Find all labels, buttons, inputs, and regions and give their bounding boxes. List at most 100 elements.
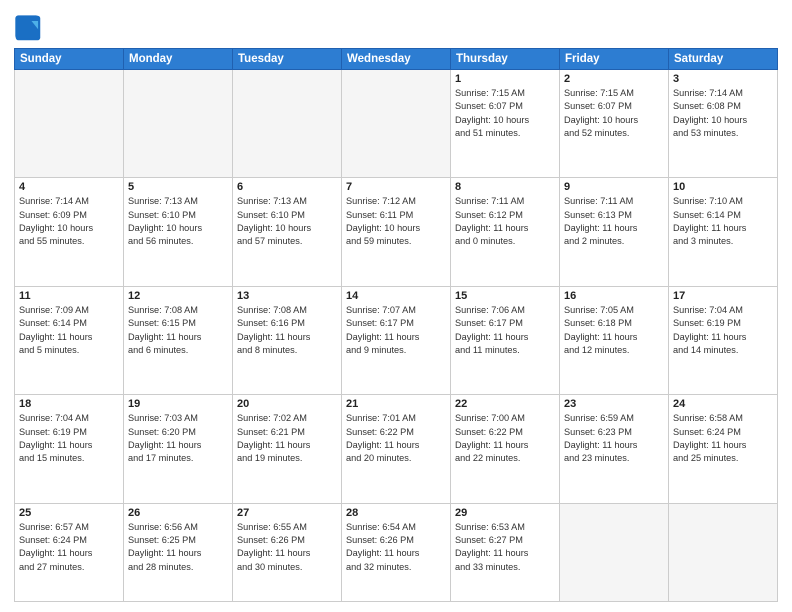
day-info: Sunrise: 7:13 AM Sunset: 6:10 PM Dayligh… [128, 195, 228, 248]
calendar-cell: 12 Sunrise: 7:08 AM Sunset: 6:15 PM Dayli… [124, 286, 233, 394]
calendar-cell: 16 Sunrise: 7:05 AM Sunset: 6:18 PM Dayli… [560, 286, 669, 394]
day-number: 4 [19, 181, 119, 193]
day-info: Sunrise: 7:15 AM Sunset: 6:07 PM Dayligh… [455, 87, 555, 140]
calendar-cell: 13 Sunrise: 7:08 AM Sunset: 6:16 PM Dayli… [233, 286, 342, 394]
day-number: 24 [673, 398, 773, 410]
week-row-5: 25 Sunrise: 6:57 AM Sunset: 6:24 PM Dayli… [15, 503, 778, 601]
day-info: Sunrise: 6:53 AM Sunset: 6:27 PM Dayligh… [455, 521, 555, 574]
calendar-cell: 29 Sunrise: 6:53 AM Sunset: 6:27 PM Dayli… [451, 503, 560, 601]
calendar-cell: 23 Sunrise: 6:59 AM Sunset: 6:23 PM Dayli… [560, 395, 669, 503]
day-number: 21 [346, 398, 446, 410]
calendar-cell: 2 Sunrise: 7:15 AM Sunset: 6:07 PM Daylig… [560, 70, 669, 178]
day-number: 29 [455, 507, 555, 519]
day-number: 15 [455, 290, 555, 302]
day-info: Sunrise: 7:15 AM Sunset: 6:07 PM Dayligh… [564, 87, 664, 140]
week-row-4: 18 Sunrise: 7:04 AM Sunset: 6:19 PM Dayli… [15, 395, 778, 503]
day-info: Sunrise: 7:08 AM Sunset: 6:16 PM Dayligh… [237, 304, 337, 357]
calendar-cell: 11 Sunrise: 7:09 AM Sunset: 6:14 PM Dayli… [15, 286, 124, 394]
calendar-cell: 5 Sunrise: 7:13 AM Sunset: 6:10 PM Daylig… [124, 178, 233, 286]
day-number: 7 [346, 181, 446, 193]
day-number: 5 [128, 181, 228, 193]
week-row-3: 11 Sunrise: 7:09 AM Sunset: 6:14 PM Dayli… [15, 286, 778, 394]
day-number: 16 [564, 290, 664, 302]
calendar-cell [669, 503, 778, 601]
day-info: Sunrise: 7:14 AM Sunset: 6:08 PM Dayligh… [673, 87, 773, 140]
calendar-cell: 22 Sunrise: 7:00 AM Sunset: 6:22 PM Dayli… [451, 395, 560, 503]
day-info: Sunrise: 6:55 AM Sunset: 6:26 PM Dayligh… [237, 521, 337, 574]
day-info: Sunrise: 7:07 AM Sunset: 6:17 PM Dayligh… [346, 304, 446, 357]
weekday-header-friday: Friday [560, 49, 669, 70]
weekday-header-tuesday: Tuesday [233, 49, 342, 70]
day-number: 2 [564, 73, 664, 85]
day-number: 23 [564, 398, 664, 410]
calendar-cell: 15Sunrise: 7:06 AM Sunset: 6:17 PM Dayli… [451, 286, 560, 394]
weekday-header-saturday: Saturday [669, 49, 778, 70]
day-number: 1 [455, 73, 555, 85]
calendar-cell: 6 Sunrise: 7:13 AM Sunset: 6:10 PM Daylig… [233, 178, 342, 286]
week-row-1: 1 Sunrise: 7:15 AM Sunset: 6:07 PM Daylig… [15, 70, 778, 178]
day-info: Sunrise: 6:58 AM Sunset: 6:24 PM Dayligh… [673, 412, 773, 465]
calendar-cell [124, 70, 233, 178]
logo [14, 14, 46, 42]
week-row-2: 4Sunrise: 7:14 AM Sunset: 6:09 PM Daylig… [15, 178, 778, 286]
day-number: 6 [237, 181, 337, 193]
calendar-body: 1 Sunrise: 7:15 AM Sunset: 6:07 PM Daylig… [15, 70, 778, 602]
calendar-cell: 26 Sunrise: 6:56 AM Sunset: 6:25 PM Dayli… [124, 503, 233, 601]
calendar-cell: 7Sunrise: 7:12 AM Sunset: 6:11 PM Daylig… [342, 178, 451, 286]
calendar-cell: 3 Sunrise: 7:14 AM Sunset: 6:08 PM Daylig… [669, 70, 778, 178]
logo-icon [14, 14, 42, 42]
calendar-cell [15, 70, 124, 178]
day-info: Sunrise: 7:05 AM Sunset: 6:18 PM Dayligh… [564, 304, 664, 357]
day-info: Sunrise: 6:59 AM Sunset: 6:23 PM Dayligh… [564, 412, 664, 465]
day-number: 17 [673, 290, 773, 302]
day-number: 12 [128, 290, 228, 302]
day-info: Sunrise: 7:03 AM Sunset: 6:20 PM Dayligh… [128, 412, 228, 465]
calendar-cell: 10 Sunrise: 7:10 AM Sunset: 6:14 PM Dayli… [669, 178, 778, 286]
day-number: 3 [673, 73, 773, 85]
calendar-cell: 21 Sunrise: 7:01 AM Sunset: 6:22 PM Dayli… [342, 395, 451, 503]
calendar-cell: 24 Sunrise: 6:58 AM Sunset: 6:24 PM Dayli… [669, 395, 778, 503]
day-info: Sunrise: 7:11 AM Sunset: 6:13 PM Dayligh… [564, 195, 664, 248]
day-number: 20 [237, 398, 337, 410]
weekday-header-wednesday: Wednesday [342, 49, 451, 70]
day-number: 25 [19, 507, 119, 519]
weekday-header-thursday: Thursday [451, 49, 560, 70]
day-number: 10 [673, 181, 773, 193]
calendar-cell: 1 Sunrise: 7:15 AM Sunset: 6:07 PM Daylig… [451, 70, 560, 178]
day-number: 14 [346, 290, 446, 302]
calendar-cell: 19 Sunrise: 7:03 AM Sunset: 6:20 PM Dayli… [124, 395, 233, 503]
day-number: 9 [564, 181, 664, 193]
weekday-header-monday: Monday [124, 49, 233, 70]
calendar-cell [233, 70, 342, 178]
day-number: 18 [19, 398, 119, 410]
calendar-cell [342, 70, 451, 178]
calendar-cell: 27Sunrise: 6:55 AM Sunset: 6:26 PM Dayli… [233, 503, 342, 601]
day-info: Sunrise: 7:04 AM Sunset: 6:19 PM Dayligh… [673, 304, 773, 357]
day-number: 19 [128, 398, 228, 410]
day-number: 26 [128, 507, 228, 519]
day-info: Sunrise: 7:13 AM Sunset: 6:10 PM Dayligh… [237, 195, 337, 248]
day-info: Sunrise: 7:09 AM Sunset: 6:14 PM Dayligh… [19, 304, 119, 357]
day-info: Sunrise: 6:56 AM Sunset: 6:25 PM Dayligh… [128, 521, 228, 574]
day-info: Sunrise: 7:02 AM Sunset: 6:21 PM Dayligh… [237, 412, 337, 465]
day-number: 28 [346, 507, 446, 519]
calendar-cell: 25 Sunrise: 6:57 AM Sunset: 6:24 PM Dayli… [15, 503, 124, 601]
day-info: Sunrise: 7:10 AM Sunset: 6:14 PM Dayligh… [673, 195, 773, 248]
calendar-cell: 17 Sunrise: 7:04 AM Sunset: 6:19 PM Dayli… [669, 286, 778, 394]
weekday-row: SundayMondayTuesdayWednesdayThursdayFrid… [15, 49, 778, 70]
day-number: 11 [19, 290, 119, 302]
weekday-header-sunday: Sunday [15, 49, 124, 70]
day-info: Sunrise: 7:00 AM Sunset: 6:22 PM Dayligh… [455, 412, 555, 465]
day-number: 13 [237, 290, 337, 302]
calendar-cell: 8Sunrise: 7:11 AM Sunset: 6:12 PM Daylig… [451, 178, 560, 286]
day-number: 22 [455, 398, 555, 410]
day-info: Sunrise: 7:04 AM Sunset: 6:19 PM Dayligh… [19, 412, 119, 465]
day-info: Sunrise: 6:57 AM Sunset: 6:24 PM Dayligh… [19, 521, 119, 574]
day-info: Sunrise: 7:01 AM Sunset: 6:22 PM Dayligh… [346, 412, 446, 465]
calendar-cell: 28 Sunrise: 6:54 AM Sunset: 6:26 PM Dayli… [342, 503, 451, 601]
calendar: SundayMondayTuesdayWednesdayThursdayFrid… [14, 48, 778, 602]
day-info: Sunrise: 6:54 AM Sunset: 6:26 PM Dayligh… [346, 521, 446, 574]
day-info: Sunrise: 7:08 AM Sunset: 6:15 PM Dayligh… [128, 304, 228, 357]
calendar-cell: 9 Sunrise: 7:11 AM Sunset: 6:13 PM Daylig… [560, 178, 669, 286]
calendar-cell: 18 Sunrise: 7:04 AM Sunset: 6:19 PM Dayli… [15, 395, 124, 503]
